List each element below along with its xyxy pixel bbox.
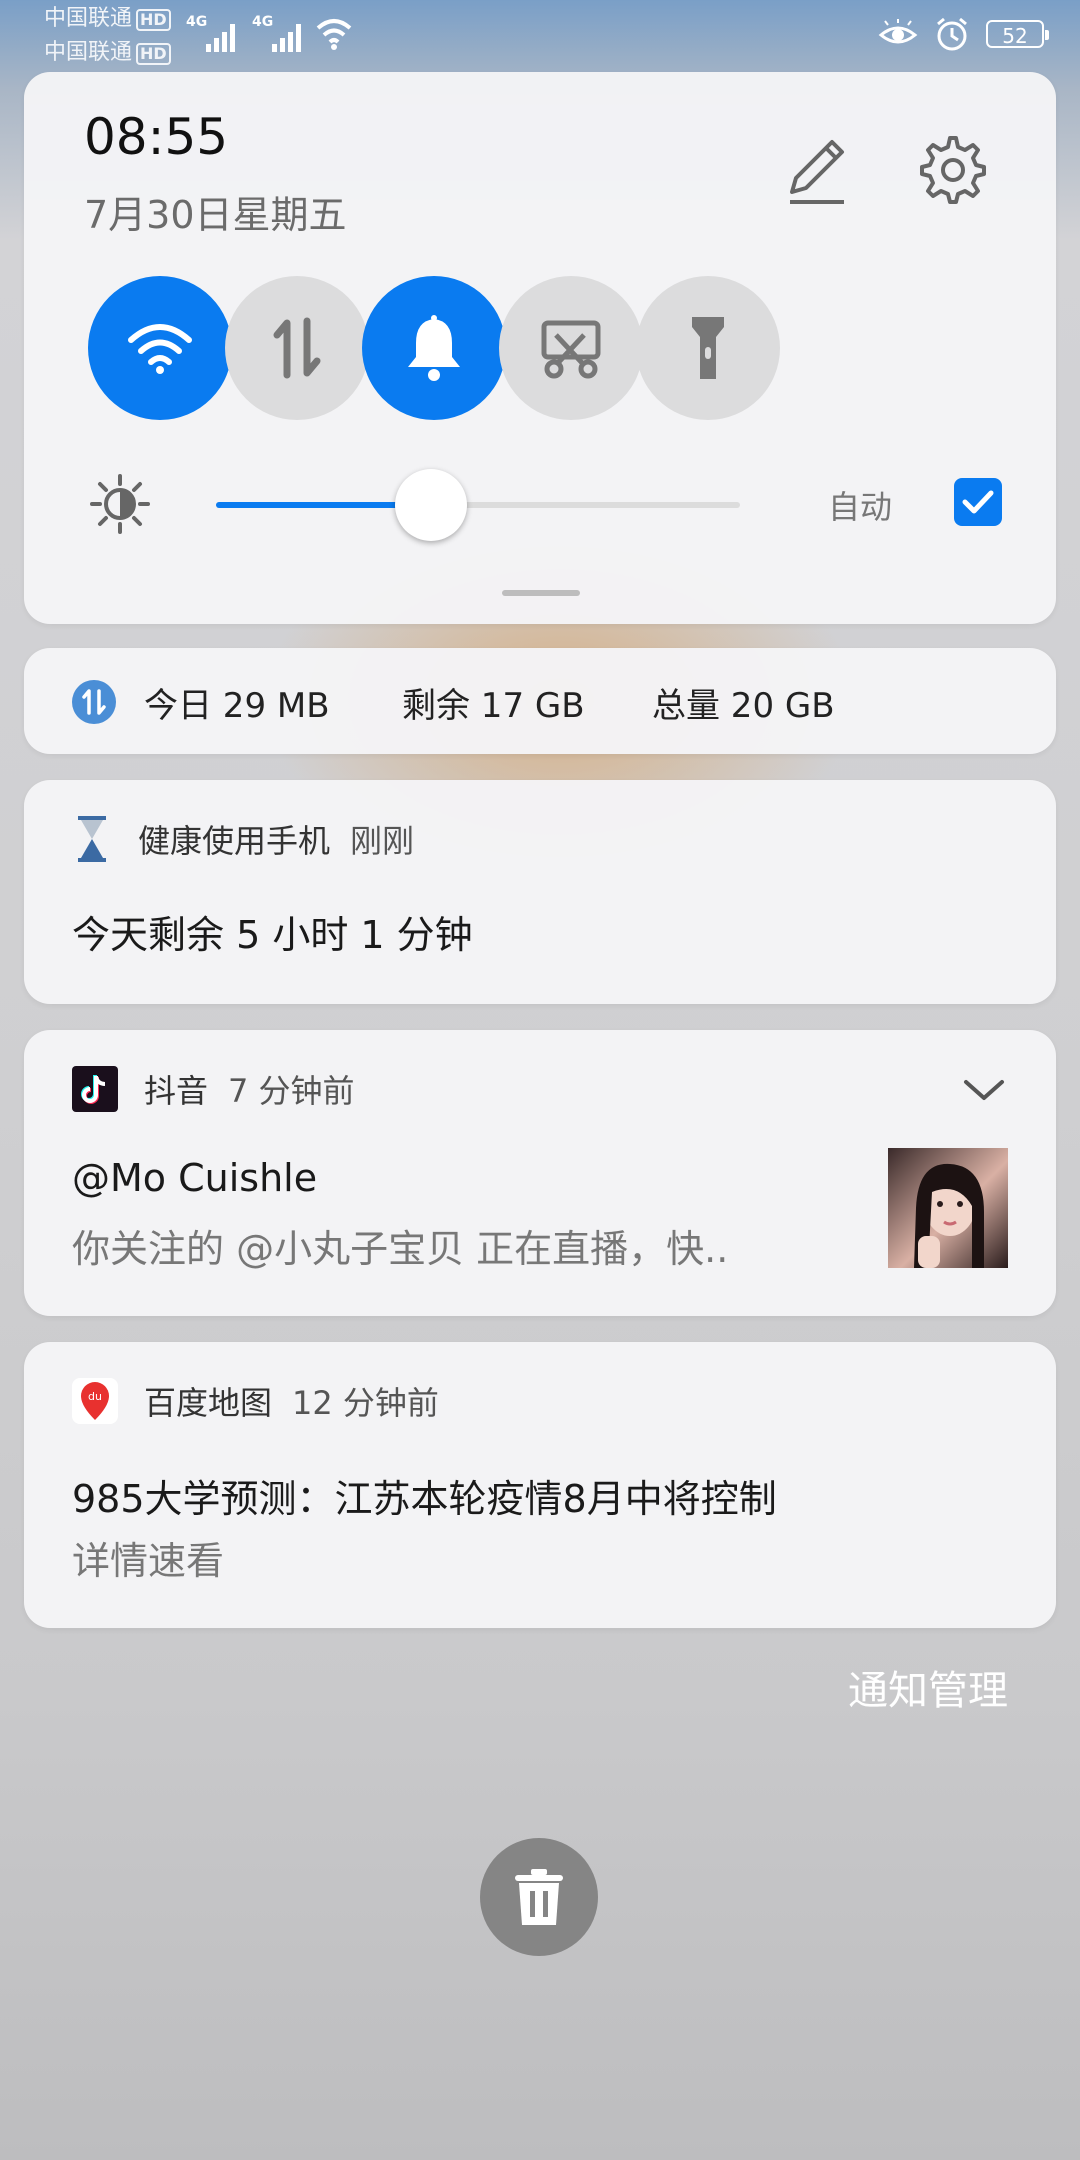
hd-badge-2: HD <box>136 43 171 65</box>
sound-toggle[interactable] <box>362 276 506 420</box>
mobile-data-toggle[interactable] <box>225 276 369 420</box>
notification-body: 详情速看 <box>72 1539 225 1583</box>
carrier-2-label: 中国联通 <box>44 40 133 65</box>
quick-settings-panel: 08:55 7月30日星期五 自动 <box>24 72 1056 624</box>
eye-comfort-icon <box>878 19 918 44</box>
checkmark-icon <box>962 490 994 514</box>
clock-time: 08:55 <box>84 108 229 166</box>
notification-header: 健康使用手机 刚刚 <box>72 816 414 862</box>
auto-brightness-label: 自动 <box>828 488 893 526</box>
notification-header: du 百度地图 12 分钟前 <box>72 1378 439 1424</box>
notification-header: 抖音 7 分钟前 <box>72 1066 355 1112</box>
wifi-status-icon <box>316 19 352 50</box>
clear-all-button[interactable] <box>480 1838 598 1956</box>
trash-icon <box>515 1869 563 1925</box>
bell-icon <box>408 315 460 381</box>
alarm-icon <box>937 17 967 51</box>
flashlight-icon <box>692 317 724 379</box>
flashlight-toggle[interactable] <box>636 276 780 420</box>
edit-icon[interactable] <box>780 134 854 208</box>
settings-gear-icon[interactable] <box>912 132 988 208</box>
app-name: 百度地图 <box>144 1384 273 1422</box>
svg-text:du: du <box>88 1390 102 1403</box>
wifi-icon <box>128 324 192 374</box>
data-total: 总量 20 GB <box>652 686 835 726</box>
data-today: 今日 29 MB <box>144 686 330 726</box>
baidu-map-app-icon: du <box>72 1378 118 1424</box>
notification-title: @Mo Cuishle <box>72 1156 318 1200</box>
battery-indicator: 52 <box>986 20 1049 48</box>
app-name: 健康使用手机 <box>138 822 331 860</box>
data-arrows-icon <box>273 317 321 379</box>
status-right: 52 <box>878 16 1049 52</box>
carrier-1-label: 中国联通 <box>44 6 133 31</box>
brightness-slider[interactable] <box>216 469 740 541</box>
screenshot-icon <box>541 320 601 379</box>
data-remaining: 剩余 17 GB <box>402 686 585 726</box>
clock-date: 7月30日星期五 <box>84 193 347 237</box>
data-usage-card[interactable]: 今日 29 MB 剩余 17 GB 总量 20 GB <box>24 648 1056 754</box>
status-bar: 中国联通 HD 中国联通 HD 4G 4G 52 <box>0 0 1080 70</box>
notification-baidu-map[interactable]: du 百度地图 12 分钟前 985大学预测：江苏本轮疫情8月中将控制 详情速看 <box>24 1342 1056 1628</box>
brightness-slider-thumb[interactable] <box>395 469 467 541</box>
wifi-toggle[interactable] <box>88 276 232 420</box>
notification-body: 你关注的 @小丸子宝贝 正在直播，快.. <box>72 1227 729 1271</box>
expand-chevron-icon[interactable] <box>962 1076 1006 1104</box>
notification-thumbnail <box>888 1148 1008 1268</box>
hourglass-icon <box>78 816 106 862</box>
hd-badge: HD <box>136 9 171 31</box>
carrier-2: 中国联通 HD <box>44 40 171 66</box>
notification-time: 刚刚 <box>350 822 415 860</box>
screenshot-toggle[interactable] <box>499 276 643 420</box>
notification-douyin[interactable]: 抖音 7 分钟前 @Mo Cuishle 你关注的 @小丸子宝贝 正在直播，快.… <box>24 1030 1056 1316</box>
app-name: 抖音 <box>144 1072 209 1110</box>
auto-brightness-checkbox[interactable] <box>954 478 1002 526</box>
notification-time: 12 分钟前 <box>292 1384 439 1422</box>
notification-manage-link[interactable]: 通知管理 <box>848 1658 1008 1716</box>
carrier-1: 中国联通 HD <box>44 6 171 32</box>
notification-time: 7 分钟前 <box>228 1072 355 1110</box>
notification-title: 985大学预测：江苏本轮疫情8月中将控制 <box>72 1477 777 1521</box>
notification-title: 今天剩余 5 小时 1 分钟 <box>72 913 473 957</box>
douyin-app-icon <box>72 1066 118 1112</box>
data-usage-icon <box>72 680 116 724</box>
brightness-icon <box>90 474 150 534</box>
notification-health[interactable]: 健康使用手机 刚刚 今天剩余 5 小时 1 分钟 <box>24 780 1056 1004</box>
panel-drag-handle[interactable] <box>502 590 580 596</box>
